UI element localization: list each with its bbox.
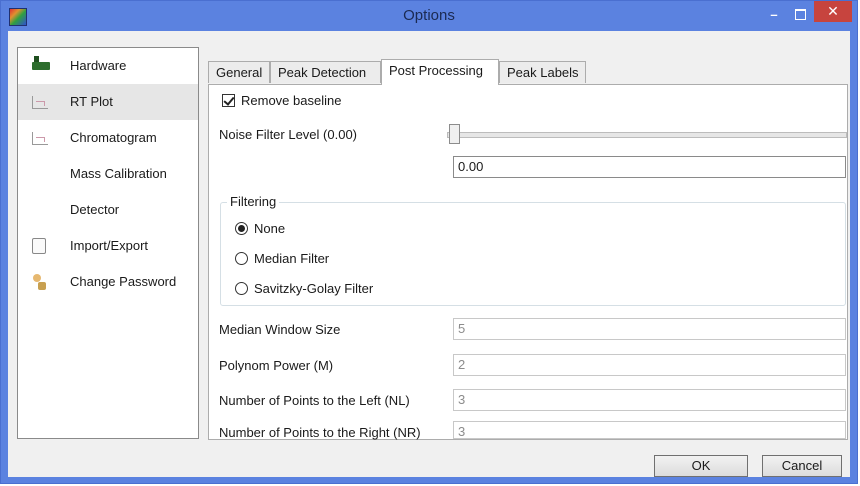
filter-median-label: Median Filter xyxy=(254,251,330,266)
title-bar[interactable]: Options – ✕ xyxy=(1,1,857,31)
options-dialog: Options – ✕ Hardware RT Plot Chromatogra… xyxy=(0,0,858,484)
checkmark-icon xyxy=(223,94,235,106)
window-title: Options xyxy=(403,7,455,24)
sidebar-item-change-password[interactable]: Change Password xyxy=(18,264,198,300)
remove-baseline-label: Remove baseline xyxy=(241,93,342,108)
options-category-list: Hardware RT Plot Chromatogram Mass Calib… xyxy=(17,47,199,439)
filter-none-radio[interactable] xyxy=(235,222,248,235)
polynom-power-input[interactable]: 2 xyxy=(453,354,846,376)
sidebar-item-detector[interactable]: Detector xyxy=(18,192,198,228)
import-export-icon xyxy=(32,238,46,254)
minimize-button[interactable]: – xyxy=(761,5,787,27)
user-key-icon xyxy=(32,274,46,290)
median-window-size-input[interactable]: 5 xyxy=(453,318,846,340)
cancel-button[interactable]: Cancel xyxy=(762,455,842,477)
sidebar-item-mass-calibration[interactable]: Mass Calibration xyxy=(18,156,198,192)
sidebar-item-hardware[interactable]: Hardware xyxy=(18,48,198,84)
points-left-label: Number of Points to the Left (NL) xyxy=(219,393,410,408)
chromatogram-icon xyxy=(32,132,48,145)
maximize-icon xyxy=(794,9,806,21)
close-button[interactable]: ✕ xyxy=(814,1,852,22)
sidebar-item-label: Detector xyxy=(70,202,120,217)
ok-button[interactable]: OK xyxy=(654,455,748,477)
noise-filter-label: Noise Filter Level (0.00) xyxy=(219,127,357,142)
sidebar-item-label: Mass Calibration xyxy=(70,166,167,181)
points-right-label: Number of Points to the Right (NR) xyxy=(219,425,421,440)
filtering-group: Filtering None Median Filter Savitzky-Go… xyxy=(220,194,846,306)
hardware-icon xyxy=(32,56,50,70)
sidebar-item-label: Import/Export xyxy=(70,238,149,253)
filter-savitzky-golay-label: Savitzky-Golay Filter xyxy=(254,281,374,296)
noise-filter-value-input[interactable]: 0.00 xyxy=(453,156,846,178)
tab-peak-labels[interactable]: Peak Labels xyxy=(499,61,586,83)
sidebar-item-label: Chromatogram xyxy=(70,130,157,145)
plot-icon xyxy=(32,96,48,109)
tab-post-processing[interactable]: Post Processing xyxy=(381,59,499,85)
sidebar-item-chromatogram[interactable]: Chromatogram xyxy=(18,120,198,156)
points-left-input[interactable]: 3 xyxy=(453,389,846,411)
noise-filter-slider-thumb[interactable] xyxy=(449,124,460,144)
polynom-power-label: Polynom Power (M) xyxy=(219,358,334,373)
points-right-input[interactable]: 3 xyxy=(453,421,846,439)
filtering-group-title: Filtering xyxy=(227,194,280,209)
filter-none-label: None xyxy=(254,221,286,236)
median-window-size-label: Median Window Size xyxy=(219,322,341,337)
filter-savitzky-golay-radio[interactable] xyxy=(235,282,248,295)
noise-filter-slider-track[interactable] xyxy=(447,132,847,138)
sidebar-item-label: RT Plot xyxy=(70,94,113,109)
tab-peak-detection[interactable]: Peak Detection xyxy=(270,61,381,83)
tab-general[interactable]: General xyxy=(208,61,270,83)
sidebar-item-import-export[interactable]: Import/Export xyxy=(18,228,198,264)
maximize-button[interactable] xyxy=(787,5,813,27)
dialog-client-area: Hardware RT Plot Chromatogram Mass Calib… xyxy=(8,31,850,477)
sidebar-item-rt-plot[interactable]: RT Plot xyxy=(18,84,198,120)
post-processing-panel: Remove baseline Noise Filter Level (0.00… xyxy=(208,84,848,440)
sidebar-item-label: Hardware xyxy=(70,58,127,73)
remove-baseline-checkbox[interactable] xyxy=(222,94,235,107)
sidebar-item-label: Change Password xyxy=(70,274,177,289)
filter-median-radio[interactable] xyxy=(235,252,248,265)
